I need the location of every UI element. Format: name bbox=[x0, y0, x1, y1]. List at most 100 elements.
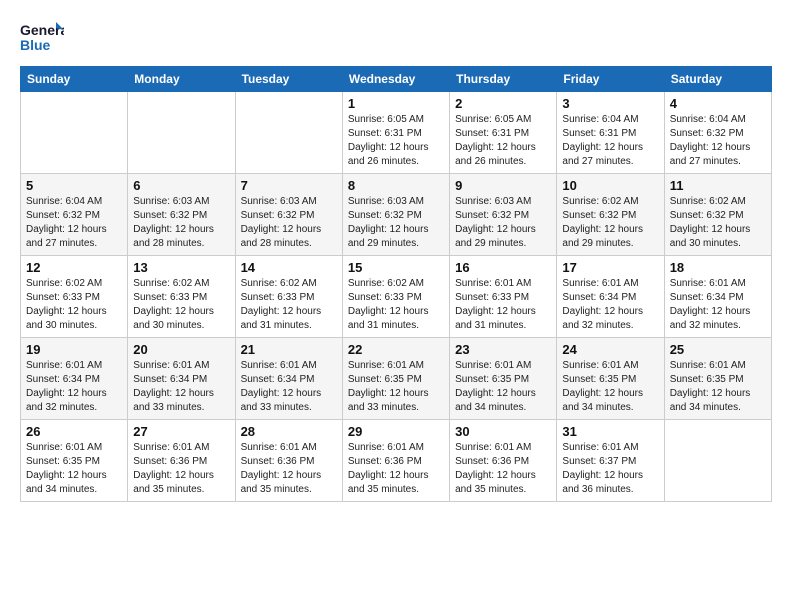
calendar-cell: 30 Sunrise: 6:01 AM Sunset: 6:36 PM Dayli… bbox=[450, 420, 557, 502]
day-info: Sunrise: 6:01 AM Sunset: 6:36 PM Dayligh… bbox=[241, 441, 337, 497]
logo-icon: General Blue bbox=[20, 20, 64, 56]
day-info: Sunrise: 6:01 AM Sunset: 6:34 PM Dayligh… bbox=[562, 277, 658, 333]
calendar-cell: 25 Sunrise: 6:01 AM Sunset: 6:35 PM Dayli… bbox=[664, 338, 771, 420]
day-info: Sunrise: 6:01 AM Sunset: 6:34 PM Dayligh… bbox=[241, 359, 337, 415]
weekday-header-wednesday: Wednesday bbox=[342, 67, 449, 92]
day-info: Sunrise: 6:01 AM Sunset: 6:35 PM Dayligh… bbox=[562, 359, 658, 415]
calendar-cell: 22 Sunrise: 6:01 AM Sunset: 6:35 PM Dayli… bbox=[342, 338, 449, 420]
weekday-header-thursday: Thursday bbox=[450, 67, 557, 92]
calendar-cell: 9 Sunrise: 6:03 AM Sunset: 6:32 PM Daylig… bbox=[450, 174, 557, 256]
calendar-cell: 16 Sunrise: 6:01 AM Sunset: 6:33 PM Dayli… bbox=[450, 256, 557, 338]
calendar-cell: 2 Sunrise: 6:05 AM Sunset: 6:31 PM Daylig… bbox=[450, 92, 557, 174]
calendar-table: SundayMondayTuesdayWednesdayThursdayFrid… bbox=[20, 66, 772, 502]
day-info: Sunrise: 6:01 AM Sunset: 6:33 PM Dayligh… bbox=[455, 277, 551, 333]
calendar-cell: 12Sunrise: 6:02 AM Sunset: 6:33 PM Dayli… bbox=[21, 256, 128, 338]
day-number: 3 bbox=[562, 96, 658, 111]
day-number: 19 bbox=[26, 342, 122, 357]
calendar-cell: 21 Sunrise: 6:01 AM Sunset: 6:34 PM Dayli… bbox=[235, 338, 342, 420]
day-info: Sunrise: 6:03 AM Sunset: 6:32 PM Dayligh… bbox=[133, 195, 229, 251]
day-number: 18 bbox=[670, 260, 766, 275]
calendar-cell bbox=[235, 92, 342, 174]
calendar-week-row: 26 Sunrise: 6:01 AM Sunset: 6:35 PM Dayli… bbox=[21, 420, 772, 502]
day-number: 23 bbox=[455, 342, 551, 357]
day-number: 4 bbox=[670, 96, 766, 111]
day-number: 26 bbox=[26, 424, 122, 439]
day-number: 15 bbox=[348, 260, 444, 275]
day-number: 8 bbox=[348, 178, 444, 193]
day-info: Sunrise: 6:01 AM Sunset: 6:35 PM Dayligh… bbox=[348, 359, 444, 415]
day-number: 7 bbox=[241, 178, 337, 193]
calendar-cell: 29Sunrise: 6:01 AM Sunset: 6:36 PM Dayli… bbox=[342, 420, 449, 502]
calendar-cell: 11 Sunrise: 6:02 AM Sunset: 6:32 PM Dayli… bbox=[664, 174, 771, 256]
calendar-cell: 19Sunrise: 6:01 AM Sunset: 6:34 PM Dayli… bbox=[21, 338, 128, 420]
calendar-cell bbox=[128, 92, 235, 174]
day-info: Sunrise: 6:02 AM Sunset: 6:33 PM Dayligh… bbox=[348, 277, 444, 333]
day-number: 22 bbox=[348, 342, 444, 357]
day-info: Sunrise: 6:01 AM Sunset: 6:35 PM Dayligh… bbox=[455, 359, 551, 415]
day-number: 24 bbox=[562, 342, 658, 357]
day-number: 2 bbox=[455, 96, 551, 111]
calendar-cell: 14 Sunrise: 6:02 AM Sunset: 6:33 PM Dayli… bbox=[235, 256, 342, 338]
day-number: 28 bbox=[241, 424, 337, 439]
day-number: 30 bbox=[455, 424, 551, 439]
day-info: Sunrise: 6:03 AM Sunset: 6:32 PM Dayligh… bbox=[455, 195, 551, 251]
calendar-cell: 6 Sunrise: 6:03 AM Sunset: 6:32 PM Daylig… bbox=[128, 174, 235, 256]
day-number: 17 bbox=[562, 260, 658, 275]
calendar-cell: 24 Sunrise: 6:01 AM Sunset: 6:35 PM Dayli… bbox=[557, 338, 664, 420]
calendar-cell: 4 Sunrise: 6:04 AM Sunset: 6:32 PM Daylig… bbox=[664, 92, 771, 174]
calendar-cell: 3 Sunrise: 6:04 AM Sunset: 6:31 PM Daylig… bbox=[557, 92, 664, 174]
day-info: Sunrise: 6:01 AM Sunset: 6:34 PM Dayligh… bbox=[670, 277, 766, 333]
day-info: Sunrise: 6:01 AM Sunset: 6:36 PM Dayligh… bbox=[133, 441, 229, 497]
day-number: 5 bbox=[26, 178, 122, 193]
calendar-cell: 7Sunrise: 6:03 AM Sunset: 6:32 PM Daylig… bbox=[235, 174, 342, 256]
day-number: 21 bbox=[241, 342, 337, 357]
svg-text:Blue: Blue bbox=[20, 37, 51, 53]
day-info: Sunrise: 6:01 AM Sunset: 6:36 PM Dayligh… bbox=[455, 441, 551, 497]
calendar-week-row: 12 Sunrise: 6:02 AM Sunset: 6:33 PM Dayli… bbox=[21, 256, 772, 338]
calendar-cell: 23 Sunrise: 6:01 AM Sunset: 6:35 PM Dayli… bbox=[450, 338, 557, 420]
calendar-cell: 26 Sunrise: 6:01 AM Sunset: 6:35 PM Dayli… bbox=[21, 420, 128, 502]
calendar-week-row: 5 Sunrise: 6:04 AM Sunset: 6:32 PM Daylig… bbox=[21, 174, 772, 256]
day-info: Sunrise: 6:04 AM Sunset: 6:32 PM Dayligh… bbox=[26, 195, 122, 251]
calendar-cell: 17 Sunrise: 6:01 AM Sunset: 6:34 PM Dayli… bbox=[557, 256, 664, 338]
day-number: 20 bbox=[133, 342, 229, 357]
calendar-cell: 20 Sunrise: 6:01 AM Sunset: 6:34 PM Dayli… bbox=[128, 338, 235, 420]
weekday-header-friday: Friday bbox=[557, 67, 664, 92]
day-info: Sunrise: 6:01 AM Sunset: 6:34 PM Dayligh… bbox=[133, 359, 229, 415]
calendar-cell: 8Sunrise: 6:03 AM Sunset: 6:32 PM Daylig… bbox=[342, 174, 449, 256]
day-info: Sunrise: 6:01 AM Sunset: 6:35 PM Dayligh… bbox=[26, 441, 122, 497]
day-info: Sunrise: 6:05 AM Sunset: 6:31 PM Dayligh… bbox=[455, 113, 551, 169]
calendar-cell bbox=[664, 420, 771, 502]
day-info: Sunrise: 6:01 AM Sunset: 6:36 PM Dayligh… bbox=[348, 441, 444, 497]
day-info: Sunrise: 6:01 AM Sunset: 6:37 PM Dayligh… bbox=[562, 441, 658, 497]
day-number: 11 bbox=[670, 178, 766, 193]
day-number: 14 bbox=[241, 260, 337, 275]
day-number: 6 bbox=[133, 178, 229, 193]
calendar-cell: 18 Sunrise: 6:01 AM Sunset: 6:34 PM Dayli… bbox=[664, 256, 771, 338]
calendar-cell bbox=[21, 92, 128, 174]
day-number: 27 bbox=[133, 424, 229, 439]
weekday-header-tuesday: Tuesday bbox=[235, 67, 342, 92]
calendar-cell: 15 Sunrise: 6:02 AM Sunset: 6:33 PM Dayli… bbox=[342, 256, 449, 338]
day-info: Sunrise: 6:05 AM Sunset: 6:31 PM Dayligh… bbox=[348, 113, 444, 169]
day-number: 31 bbox=[562, 424, 658, 439]
day-number: 16 bbox=[455, 260, 551, 275]
calendar-week-row: 1Sunrise: 6:05 AM Sunset: 6:31 PM Daylig… bbox=[21, 92, 772, 174]
day-number: 12 bbox=[26, 260, 122, 275]
calendar-cell: 5 Sunrise: 6:04 AM Sunset: 6:32 PM Daylig… bbox=[21, 174, 128, 256]
weekday-header-row: SundayMondayTuesdayWednesdayThursdayFrid… bbox=[21, 67, 772, 92]
day-number: 25 bbox=[670, 342, 766, 357]
calendar-cell: 31 Sunrise: 6:01 AM Sunset: 6:37 PM Dayli… bbox=[557, 420, 664, 502]
day-info: Sunrise: 6:02 AM Sunset: 6:33 PM Dayligh… bbox=[241, 277, 337, 333]
weekday-header-sunday: Sunday bbox=[21, 67, 128, 92]
day-info: Sunrise: 6:01 AM Sunset: 6:35 PM Dayligh… bbox=[670, 359, 766, 415]
day-info: Sunrise: 6:02 AM Sunset: 6:32 PM Dayligh… bbox=[670, 195, 766, 251]
page-header: General Blue bbox=[20, 20, 772, 56]
day-number: 10 bbox=[562, 178, 658, 193]
calendar-cell: 1Sunrise: 6:05 AM Sunset: 6:31 PM Daylig… bbox=[342, 92, 449, 174]
day-info: Sunrise: 6:04 AM Sunset: 6:32 PM Dayligh… bbox=[670, 113, 766, 169]
calendar-cell: 28 Sunrise: 6:01 AM Sunset: 6:36 PM Dayli… bbox=[235, 420, 342, 502]
day-number: 9 bbox=[455, 178, 551, 193]
day-info: Sunrise: 6:02 AM Sunset: 6:32 PM Dayligh… bbox=[562, 195, 658, 251]
day-info: Sunrise: 6:04 AM Sunset: 6:31 PM Dayligh… bbox=[562, 113, 658, 169]
